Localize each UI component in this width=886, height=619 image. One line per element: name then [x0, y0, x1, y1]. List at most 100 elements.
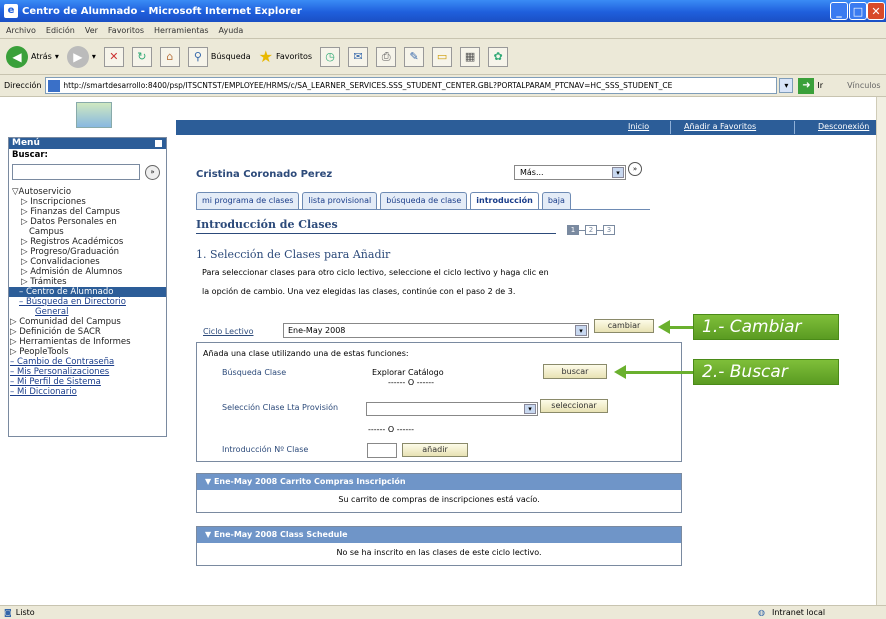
sidebar-item-label: Herramientas de Informes [19, 337, 131, 347]
vertical-scrollbar[interactable] [876, 97, 886, 605]
sidebar-item[interactable]: ▷ Datos Personales en [9, 217, 166, 227]
expand-arrow-icon: ▷ [10, 327, 20, 337]
expand-arrow-icon: ▷ [21, 277, 31, 287]
tab-mi-programa[interactable]: mi programa de clases [196, 192, 300, 209]
edit-icon[interactable]: ✎ [404, 46, 425, 67]
sidebar-item-label: Progreso/Graduación [30, 247, 120, 257]
sidebar-item[interactable]: ▷ Admisión de Alumnos [9, 267, 166, 277]
ciclo-lectivo-select[interactable]: Ene-May 2008 ▾ [283, 323, 589, 338]
class-schedule-message: No se ha inscrito en las clases de este … [336, 548, 542, 557]
student-name: Cristina Coronado Perez [196, 169, 333, 180]
inicio-link[interactable]: Inicio [628, 122, 649, 131]
menu-archivo[interactable]: Archivo [6, 26, 36, 35]
tab-busqueda[interactable]: búsqueda de clase [380, 192, 468, 209]
tab-lista-provisional[interactable]: lista provisional [302, 192, 378, 209]
menu-search-input[interactable] [12, 164, 140, 180]
sidebar-item[interactable]: ▷ Inscripciones [9, 197, 166, 207]
links-label[interactable]: Vínculos [847, 81, 881, 90]
folder-icon[interactable]: ▭ [432, 46, 453, 67]
favorites-button[interactable]: ★ Favoritos [259, 47, 312, 66]
chevron-down-icon: ▾ [612, 167, 624, 178]
forward-dropdown-icon[interactable]: ▾ [92, 52, 96, 61]
forward-button[interactable]: ▶ ▾ [66, 45, 96, 68]
back-button[interactable]: ◀ Atrás ▾ [6, 45, 59, 68]
maximize-button[interactable]: □ [849, 2, 867, 20]
lista-provisional-select[interactable]: ▾ [366, 402, 538, 416]
sidebar-item[interactable]: ▷ Registros Académicos [9, 237, 166, 247]
sidebar-item[interactable]: ▷ PeopleTools [9, 347, 166, 357]
refresh-icon[interactable]: ↻ [131, 46, 152, 67]
sidebar-item[interactable]: ▽Autoservicio [9, 187, 166, 197]
menu-favoritos[interactable]: Favoritos [108, 26, 144, 35]
menu-edicion[interactable]: Edición [46, 26, 75, 35]
go-label[interactable]: Ir [817, 81, 823, 90]
address-input[interactable]: http://smartdesarrollo:8400/psp/ITSCNTST… [45, 77, 778, 94]
stop-icon[interactable]: ✕ [103, 46, 124, 67]
ciclo-lectivo-label: Ciclo Lectivo [203, 327, 254, 336]
go-arrow-icon[interactable]: ➜ [798, 77, 815, 94]
sidebar-item[interactable]: ▷ Herramientas de Informes [9, 337, 166, 347]
callout-arrow-line [668, 326, 694, 329]
status-bar: ◙ Listo ◍ Intranet local [0, 605, 886, 619]
sidebar-item[interactable]: ▷ Comunidad del Campus [9, 317, 166, 327]
sidebar-item[interactable]: – Centro de Alumnado [9, 287, 166, 297]
tab-baja[interactable]: baja [541, 192, 571, 209]
expand-arrow-icon: ▷ [21, 207, 31, 217]
sidebar-item[interactable]: ▷ Progreso/Graduación [9, 247, 166, 257]
add-favorites-link[interactable]: Añadir a Favoritos [684, 122, 756, 131]
step-indicator: 1 2 3 [567, 225, 615, 235]
sidebar-item[interactable]: – Mis Personalizaciones [9, 367, 166, 377]
sidebar-item[interactable]: – Mi Diccionario [9, 387, 166, 397]
mas-select[interactable]: Más... ▾ [514, 165, 626, 180]
search-button[interactable]: ⚲ Búsqueda [187, 46, 251, 67]
menu-herramientas[interactable]: Herramientas [154, 26, 209, 35]
sidebar-item[interactable]: – Cambio de Contraseña [9, 357, 166, 367]
minimize-button[interactable]: _ [830, 2, 848, 20]
class-number-input[interactable] [367, 443, 397, 458]
bullet-icon: – [10, 387, 17, 397]
sidebar-item[interactable]: General [9, 307, 166, 317]
anadir-button[interactable]: añadir [402, 443, 468, 457]
toolbar: ◀ Atrás ▾ ▶ ▾ ✕ ↻ ⌂ ⚲ Búsqueda ★ Favorit… [0, 39, 886, 75]
address-bar: Dirección http://smartdesarrollo:8400/ps… [0, 75, 886, 97]
star-icon: ★ [258, 47, 273, 66]
shopping-cart-header[interactable]: ▼ Ene-May 2008 Carrito Compras Inscripci… [197, 474, 681, 490]
buscar-button[interactable]: buscar [543, 364, 607, 379]
sidebar-item[interactable]: – Búsqueda en Directorio [9, 297, 166, 307]
header-separator [794, 121, 795, 134]
sidebar-item-label: Finanzas del Campus [30, 207, 120, 217]
menu-search-go-icon[interactable]: » [145, 165, 160, 180]
sidebar-item-label: Trámites [30, 277, 67, 287]
sidebar-item[interactable]: Campus [9, 227, 166, 237]
logout-link[interactable]: Desconexión [818, 122, 869, 131]
messenger-icon[interactable]: ✿ [488, 46, 509, 67]
sidebar-item[interactable]: ▷ Finanzas del Campus [9, 207, 166, 217]
page-icon [48, 79, 61, 92]
seleccionar-button[interactable]: seleccionar [540, 399, 608, 413]
address-dropdown-icon[interactable]: ▾ [779, 78, 794, 93]
cambiar-button[interactable]: cambiar [594, 319, 654, 333]
menu-ver[interactable]: Ver [85, 26, 98, 35]
sidebar-item[interactable]: – Mi Perfil de Sistema [9, 377, 166, 387]
back-dropdown-icon[interactable]: ▾ [55, 52, 59, 61]
sidebar-item[interactable]: ▷ Trámites [9, 277, 166, 287]
mas-select-value: Más... [520, 168, 544, 177]
research-icon[interactable]: ▦ [460, 46, 481, 67]
tab-introduccion[interactable]: introducción [470, 192, 539, 209]
expand-arrow-icon: ▷ [10, 347, 20, 357]
home-icon[interactable]: ⌂ [159, 46, 180, 67]
menu-ayuda[interactable]: Ayuda [219, 26, 244, 35]
history-icon[interactable]: ◷ [320, 46, 341, 67]
close-button[interactable]: ✕ [867, 2, 885, 20]
mas-go-icon[interactable]: » [628, 162, 642, 176]
callout-arrow-line [624, 371, 694, 374]
print-icon[interactable]: ⎙ [376, 46, 397, 67]
sidebar-item[interactable]: ▷ Definición de SACR [9, 327, 166, 337]
expand-arrow-icon: ▷ [21, 247, 31, 257]
class-schedule-header[interactable]: ▼ Ene-May 2008 Class Schedule [197, 527, 681, 543]
sidebar-item-label: PeopleTools [19, 347, 69, 357]
sidebar-item[interactable]: ▷ Convalidaciones [9, 257, 166, 267]
menu-collapse-icon[interactable] [154, 139, 163, 148]
sidebar-item-label: Datos Personales en [30, 217, 117, 227]
mail-icon[interactable]: ✉ [348, 46, 369, 67]
